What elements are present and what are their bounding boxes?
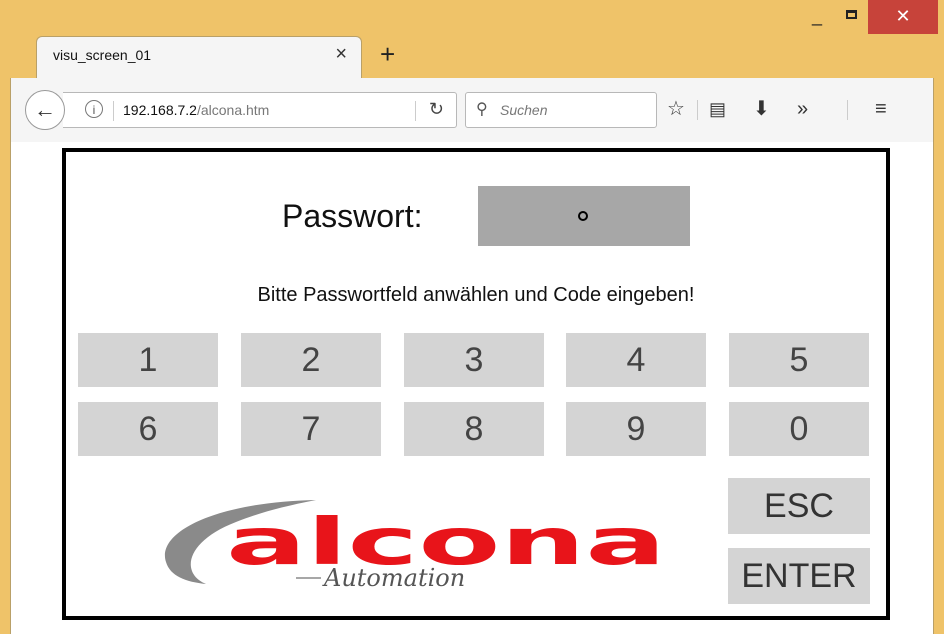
key-6[interactable]: 6 (78, 402, 218, 456)
visualization-panel: Passwort: Bitte Passwortfeld anwählen un… (62, 148, 890, 620)
download-icon[interactable]: ⬇ (753, 98, 770, 120)
search-icon: ⚲ (476, 101, 488, 118)
alcona-logo: alcona Automation (164, 500, 666, 592)
key-7[interactable]: 7 (241, 402, 381, 456)
key-0[interactable]: 0 (729, 402, 869, 456)
url-bar[interactable]: i 192.168.7.2/alcona.htm ↻ (63, 92, 457, 128)
close-icon: ✕ (895, 6, 911, 26)
back-arrow-icon: ← (34, 97, 56, 122)
esc-button[interactable]: ESC (728, 478, 870, 534)
key-9[interactable]: 9 (566, 402, 706, 456)
key-3[interactable]: 3 (404, 333, 544, 387)
info-icon[interactable]: i (85, 100, 103, 118)
key-8[interactable]: 8 (404, 402, 544, 456)
tab-title: visu_screen_01 (53, 47, 152, 63)
close-tab-icon[interactable]: × (335, 44, 347, 64)
password-mask-dot (578, 211, 588, 221)
minimize-icon[interactable]: _ (812, 6, 822, 27)
key-5[interactable]: 5 (729, 333, 869, 387)
title-bar: visu_screen_01 × + _ ✕ (0, 0, 944, 78)
divider (113, 101, 114, 121)
navigation-toolbar: i 192.168.7.2/alcona.htm ↻ ← ⚲ Suchen ☆ … (10, 78, 934, 142)
maximize-icon[interactable] (846, 10, 857, 19)
key-1[interactable]: 1 (78, 333, 218, 387)
reload-icon[interactable]: ↻ (429, 99, 444, 120)
divider (415, 101, 416, 121)
hamburger-menu-icon[interactable]: ≡ (875, 98, 887, 120)
password-label: Passwort: (282, 198, 423, 234)
window-close-button[interactable]: ✕ (868, 0, 938, 34)
search-placeholder: Suchen (500, 102, 548, 118)
enter-button[interactable]: ENTER (728, 548, 870, 604)
logo-subtitle: Automation (322, 564, 465, 592)
overflow-chevron-icon[interactable]: » (797, 98, 808, 120)
url-text: 192.168.7.2/alcona.htm (123, 102, 269, 118)
reading-list-icon[interactable]: ▤ (709, 98, 726, 120)
divider (847, 100, 848, 120)
new-tab-icon[interactable]: + (380, 41, 395, 67)
browser-tab[interactable]: visu_screen_01 × (36, 36, 362, 78)
bookmark-star-icon[interactable]: ☆ (667, 98, 685, 120)
instruction-text: Bitte Passwortfeld anwählen und Code ein… (257, 284, 695, 306)
back-button[interactable]: ← (25, 90, 65, 130)
key-2[interactable]: 2 (241, 333, 381, 387)
divider (697, 100, 698, 120)
url-host: 192.168.7.2 (123, 102, 197, 118)
key-4[interactable]: 4 (566, 333, 706, 387)
browser-window: visu_screen_01 × + _ ✕ i 192.168.7.2/alc… (0, 0, 944, 634)
password-field[interactable] (478, 186, 690, 246)
url-path: /alcona.htm (196, 102, 270, 118)
search-input[interactable]: ⚲ Suchen (465, 92, 657, 128)
